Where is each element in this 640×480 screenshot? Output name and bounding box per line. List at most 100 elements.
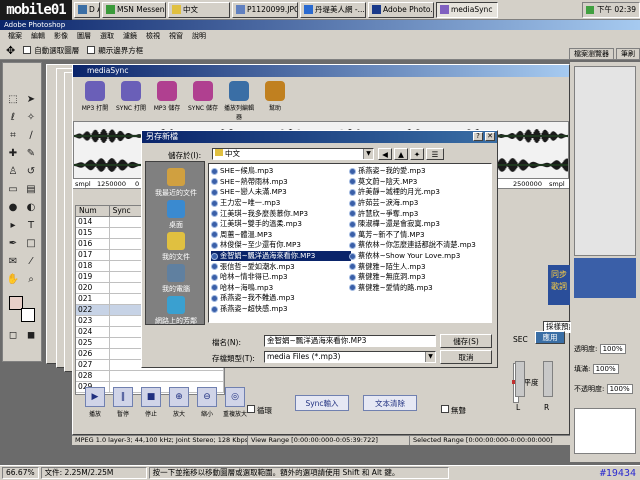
chevron-down-icon[interactable]: ▼: [363, 149, 373, 159]
filename-input[interactable]: 金智娟~飄洋過海來看你.MP3: [264, 335, 436, 347]
sync-input-button[interactable]: Sync輸入: [295, 395, 349, 411]
file-item[interactable]: 許慧欣~爭奪.mp3: [349, 208, 491, 219]
file-item[interactable]: 蔡依林~你怎麼連話都說不清楚.mp3: [349, 240, 491, 251]
pen-tool-icon[interactable]: ✒: [6, 237, 20, 251]
lasso-tool-icon[interactable]: ℓ: [6, 111, 20, 125]
file-item[interactable]: 許美靜~城裡的月光.mp3: [349, 187, 491, 198]
file-item[interactable]: 江美琪~我多麼羨慕你.MP3: [211, 208, 351, 219]
file-item[interactable]: 萬芳~新不了情.MP3: [349, 230, 491, 241]
place-item-0[interactable]: 我最近的文件: [146, 168, 206, 198]
history-brush-icon[interactable]: ↺: [24, 165, 38, 179]
file-item[interactable]: 哈林~海鳴.mp3: [211, 283, 351, 294]
opacity-field[interactable]: 100%: [599, 344, 626, 354]
brush-tool-icon[interactable]: ✎: [24, 147, 38, 161]
chevron-down-icon[interactable]: ▼: [425, 352, 435, 362]
eyedropper-icon[interactable]: ⁄: [24, 255, 38, 269]
menu-item-2[interactable]: 影像: [54, 31, 68, 41]
hand-tool-icon[interactable]: ✋: [6, 273, 20, 287]
tab-brushes[interactable]: 筆刷: [616, 48, 640, 59]
standard-mode-icon[interactable]: ◻: [6, 329, 20, 343]
file-item[interactable]: 王力宏~唯一.mp3: [211, 198, 351, 209]
column-num[interactable]: Num: [76, 206, 110, 216]
file-item[interactable]: 蔡健雅~無底洞.mp3: [349, 272, 491, 283]
layer-opacity-field[interactable]: 100%: [606, 384, 633, 394]
eraser-tool-icon[interactable]: ▭: [6, 183, 20, 197]
place-item-4[interactable]: 網路上的芳鄰: [146, 296, 206, 326]
playback-button-0[interactable]: ▶: [85, 387, 105, 407]
notes-tool-icon[interactable]: ✉: [6, 255, 20, 269]
help-button[interactable]: ?: [473, 132, 483, 141]
playback-button-1[interactable]: ‖: [113, 387, 133, 407]
menu-item-3[interactable]: 圖層: [77, 31, 91, 41]
zoom-level[interactable]: 66.67%: [2, 467, 39, 479]
healing-brush-icon[interactable]: ✚: [6, 147, 20, 161]
fill-field[interactable]: 100%: [592, 364, 619, 374]
file-item[interactable]: 周蕙~體溫.MP3: [211, 230, 351, 241]
quick-mask-icon[interactable]: ◼: [24, 329, 38, 343]
type-tool-icon[interactable]: T: [24, 219, 38, 233]
tab-file-browser[interactable]: 檔案瀏覽器: [569, 48, 614, 59]
file-list[interactable]: SHE~候鳥.mp3 SHE~熱帶雨林.mp3 SHE~戀人未滿.MP3 王力宏~唯一…: [208, 163, 492, 323]
gradient-tool-icon[interactable]: ▤: [24, 183, 38, 197]
place-item-1[interactable]: 桌面: [146, 200, 206, 230]
task-item-folder[interactable]: 中文: [168, 1, 230, 18]
file-item[interactable]: 孫燕姿~我不難過.mp3: [211, 293, 351, 304]
magic-wand-icon[interactable]: ✧: [24, 111, 38, 125]
save-in-combo[interactable]: 中文 ▼: [212, 148, 374, 160]
file-type-select[interactable]: media Files (*.mp3) ▼: [264, 351, 436, 363]
path-select-icon[interactable]: ▸: [6, 219, 20, 233]
menu-item-7[interactable]: 視窗: [169, 31, 183, 41]
toolbar-button-5[interactable]: 幫助: [259, 81, 291, 112]
file-item[interactable]: 孫燕姿~超快感.mp3: [211, 304, 351, 315]
table-row[interactable]: 028: [76, 371, 224, 382]
crop-tool-icon[interactable]: ⌗: [6, 129, 20, 143]
playback-button-5[interactable]: ◎: [225, 387, 245, 407]
task-item-da[interactable]: D A: [74, 1, 100, 18]
task-item-mediasync[interactable]: mediaSync: [436, 1, 498, 18]
clone-stamp-icon[interactable]: ♙: [6, 165, 20, 179]
auto-select-checkbox[interactable]: [23, 46, 32, 54]
task-item-photoshop[interactable]: Adobe Photo...: [368, 1, 434, 18]
slice-tool-icon[interactable]: ∕: [24, 129, 38, 143]
file-item[interactable]: 張信哲~愛如潮水.mp3: [211, 261, 351, 272]
file-item[interactable]: 哈林~情非得已.mp3: [211, 272, 351, 283]
file-item[interactable]: 蔡依林~Show Your Love.mp3: [349, 251, 491, 262]
back-button[interactable]: ◀: [378, 148, 392, 160]
network-icon[interactable]: [586, 5, 594, 14]
menu-item-0[interactable]: 檔案: [8, 31, 22, 41]
playback-button-3[interactable]: ⊕: [169, 387, 189, 407]
menu-item-5[interactable]: 濾鏡: [123, 31, 137, 41]
file-item[interactable]: SHE~熱帶雨林.mp3: [211, 177, 351, 188]
menu-item-6[interactable]: 檢視: [146, 31, 160, 41]
layers-list[interactable]: [574, 408, 636, 454]
repeat-checkbox[interactable]: [247, 405, 255, 413]
menu-item-8[interactable]: 說明: [192, 31, 206, 41]
new-folder-button[interactable]: ✦: [410, 148, 424, 160]
row-sync[interactable]: [110, 371, 224, 381]
toolbar-button-1[interactable]: SYNC 打開: [115, 81, 147, 112]
file-item[interactable]: 林俊傑~至少還有你.MP3: [211, 240, 351, 251]
file-item[interactable]: 孫燕姿~我的愛.mp3: [349, 166, 491, 177]
background-color-swatch[interactable]: [21, 308, 35, 322]
shape-tool-icon[interactable]: □: [24, 237, 38, 251]
menu-item-4[interactable]: 選取: [100, 31, 114, 41]
file-item[interactable]: 陳淑樺~還是會寂寞.mp3: [349, 219, 491, 230]
toolbar-button-3[interactable]: SYNC 儲存: [187, 81, 219, 112]
playback-button-4[interactable]: ⊖: [197, 387, 217, 407]
file-item[interactable]: 金智娟~飄洋過海來看你.MP3: [211, 250, 351, 262]
file-item[interactable]: 蔡健雅~愛情的路.mp3: [349, 283, 491, 294]
dodge-tool-icon[interactable]: ◐: [24, 201, 38, 215]
cancel-button[interactable]: 取消: [440, 350, 492, 364]
clear-text-button[interactable]: 文本清除: [363, 395, 417, 411]
file-item[interactable]: SHE~候鳥.mp3: [211, 166, 351, 177]
place-item-3[interactable]: 我的電腦: [146, 264, 206, 294]
task-item-msn[interactable]: MSN Messeng...: [102, 1, 166, 18]
menu-item-1[interactable]: 編輯: [31, 31, 45, 41]
marquee-tool-icon[interactable]: ⬚: [6, 93, 20, 107]
file-item[interactable]: 蔡健雅~陌生人.mp3: [349, 261, 491, 272]
task-item-image[interactable]: P1120099.JPG...: [232, 1, 298, 18]
close-button[interactable]: ✕: [485, 132, 495, 141]
apply-button[interactable]: 應用: [535, 331, 565, 344]
show-bounds-checkbox[interactable]: [87, 46, 96, 54]
file-item[interactable]: 江美琪~雙手的溫柔.mp3: [211, 219, 351, 230]
